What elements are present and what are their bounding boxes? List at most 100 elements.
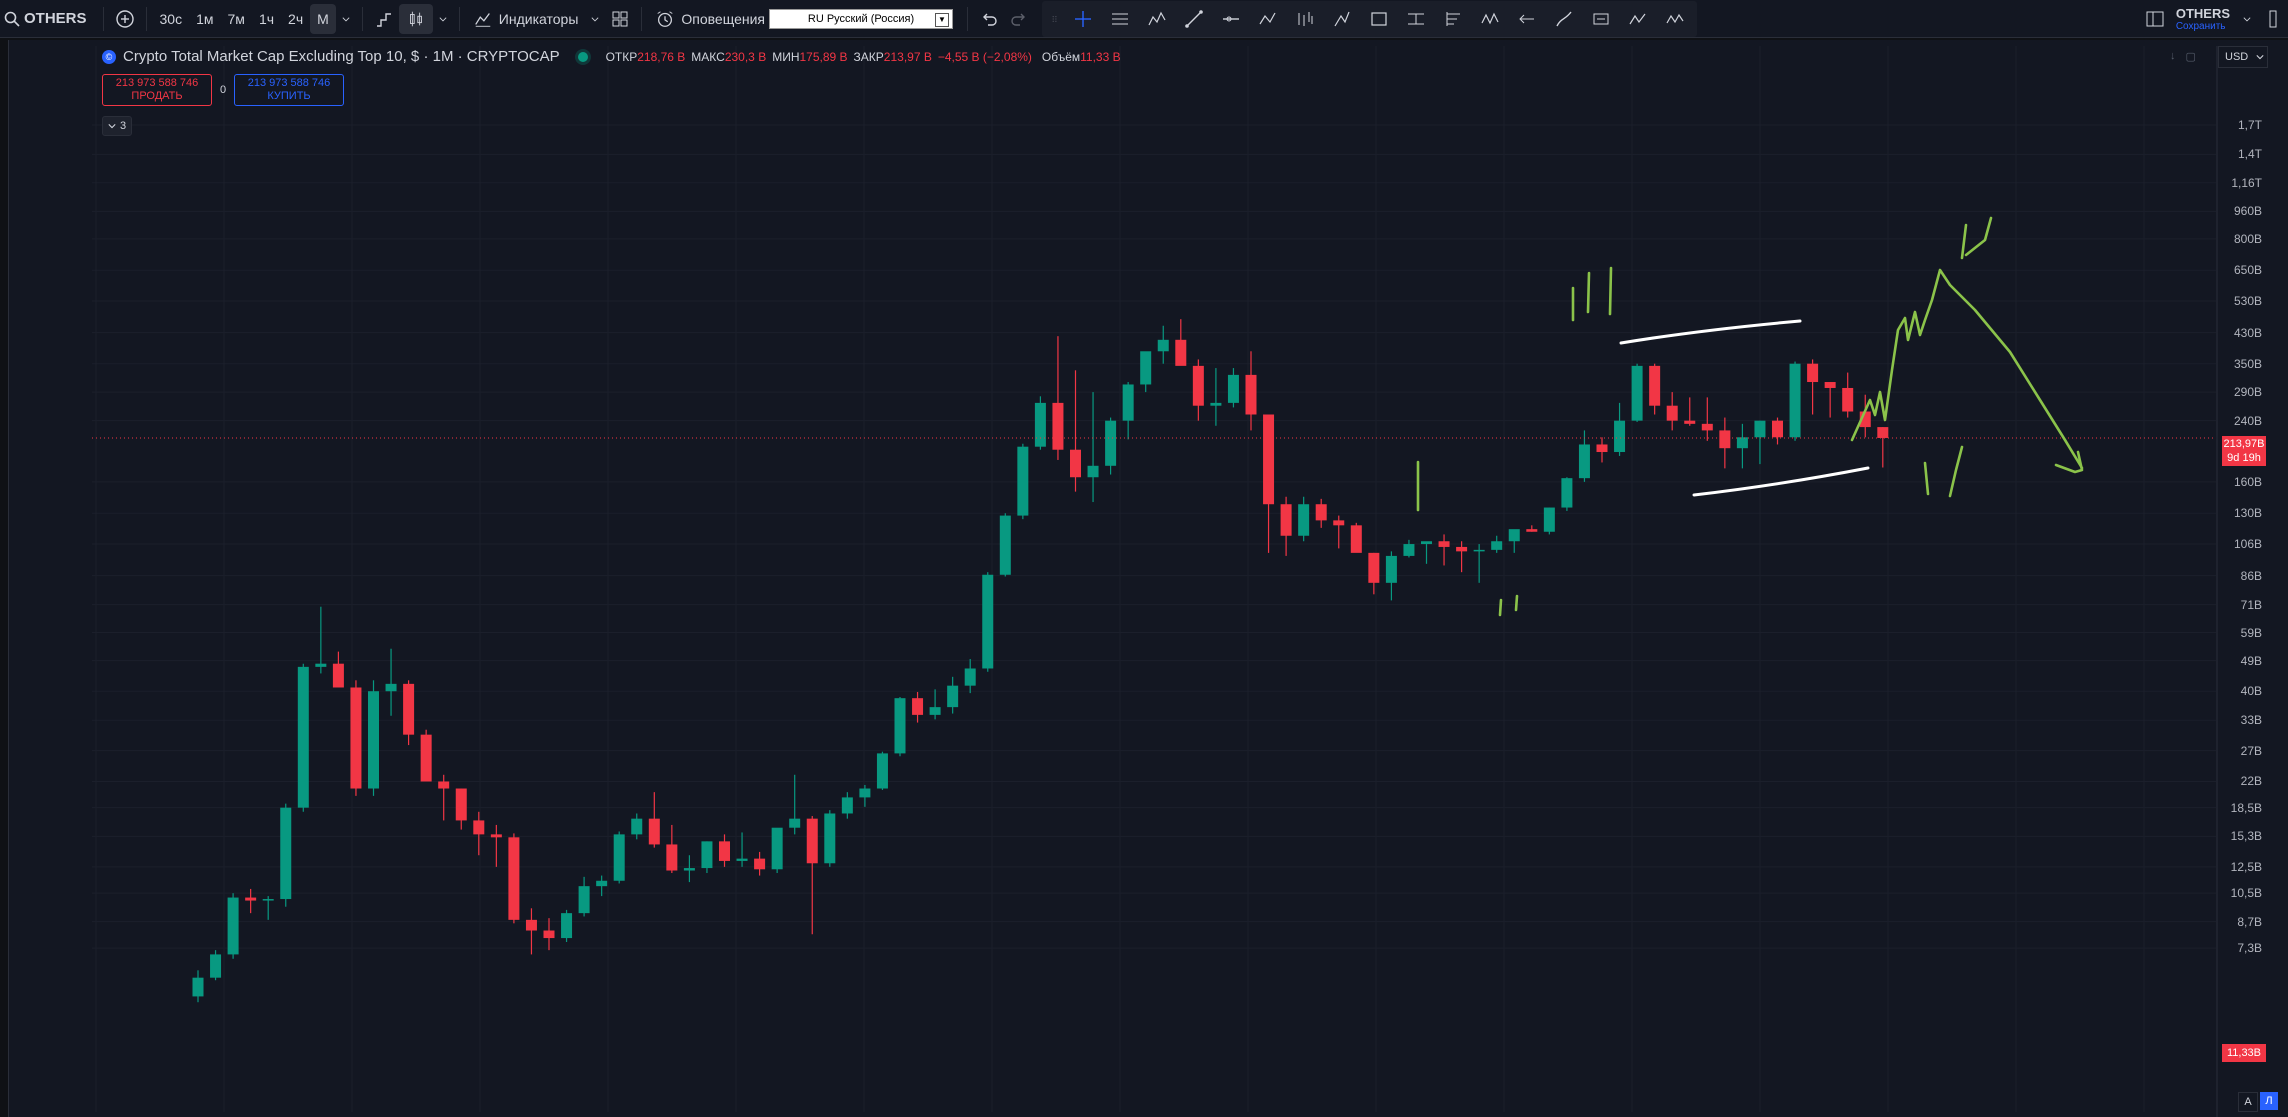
price-tick-label: 71B <box>2240 597 2262 612</box>
bar-countdown: 9d 19h <box>2227 452 2261 464</box>
price-tick-label: 106B <box>2233 537 2262 552</box>
low-value: 175,89 B <box>799 49 848 64</box>
candle-body <box>1719 430 1731 449</box>
candle-body <box>455 788 467 821</box>
candle-body <box>1772 420 1783 438</box>
price-tick-label: 40B <box>2240 684 2262 699</box>
candle-body <box>1842 387 1854 412</box>
candle-body <box>1456 546 1468 552</box>
indicators-collapse-button[interactable]: 3 <box>102 116 133 136</box>
candle-body <box>578 886 590 914</box>
price-tick-label: 10,5B <box>2230 886 2262 901</box>
buy-label: КУПИТЬ <box>267 90 311 102</box>
trade-buttons: 213 973 588 746 ПРОДАТЬ 0 213 973 588 74… <box>102 74 344 106</box>
candle-body <box>1017 446 1029 516</box>
candle-body <box>1263 414 1275 505</box>
candle-body <box>1508 529 1520 542</box>
buy-button[interactable]: 213 973 588 746 КУПИТЬ <box>234 74 344 106</box>
candle-body <box>1385 555 1397 583</box>
price-tick-label: 22B <box>2240 774 2262 789</box>
candle-body <box>350 687 362 789</box>
wave-mark-drawing <box>1416 460 1519 617</box>
candle-body <box>543 930 555 939</box>
candle-body <box>1666 405 1678 421</box>
maximize-icon[interactable]: ▢ <box>2186 50 2196 63</box>
candle-body <box>1280 504 1292 536</box>
sell-price: 213 973 588 746 <box>115 77 199 89</box>
candle-body <box>297 666 309 808</box>
candle-body <box>245 897 257 901</box>
candle-body <box>332 663 344 688</box>
symbol-logo-icon: © <box>102 49 116 64</box>
log-scale-button[interactable]: Л <box>2260 1092 2278 1110</box>
price-tick-label: 650B <box>2233 263 2262 278</box>
candle-body <box>736 858 748 861</box>
candle-body <box>964 668 976 686</box>
candle-body <box>438 781 450 789</box>
currency-label: USD <box>2225 51 2249 63</box>
price-tick-label: 86B <box>2240 568 2262 583</box>
candle-body <box>947 685 959 708</box>
candle-body <box>1877 427 1889 438</box>
buy-price: 213 973 588 746 <box>247 77 331 89</box>
low-label: МИН <box>772 49 800 64</box>
collapse-count: 3 <box>120 120 127 132</box>
candle-body <box>508 837 520 920</box>
candle-body <box>1070 449 1081 478</box>
price-tick-label: 1,16T <box>2231 175 2262 190</box>
candle-body <box>227 897 239 955</box>
candle-body <box>683 868 695 871</box>
candle-body <box>1649 365 1661 406</box>
candle-body <box>1105 420 1117 466</box>
candle-body <box>561 913 573 939</box>
candle-body <box>596 880 608 887</box>
price-tick-label: 960B <box>2233 204 2262 219</box>
price-tick-label: 27B <box>2240 743 2262 758</box>
candle-body <box>929 707 941 715</box>
price-tick-label: 240B <box>2233 413 2262 428</box>
volume-tag: 11,33B <box>2222 1044 2266 1062</box>
price-tick-label: 160B <box>2233 474 2262 489</box>
sell-button[interactable]: 213 973 588 746 ПРОДАТЬ <box>102 74 212 106</box>
candle-body <box>1684 420 1696 424</box>
price-chart[interactable] <box>0 0 2288 1117</box>
candle-body <box>1701 423 1713 431</box>
candle-body <box>824 813 836 864</box>
candle-body <box>1245 374 1257 415</box>
legend-title[interactable]: Crypto Total Market Cap Excluding Top 10… <box>123 48 560 65</box>
price-tick-label: 49B <box>2240 653 2262 668</box>
price-tick-label: 130B <box>2233 506 2262 521</box>
candle-body <box>754 858 766 870</box>
auto-scale-button[interactable]: A <box>2238 1092 2258 1112</box>
price-tick-label: 1,4T <box>2237 147 2262 162</box>
price-tick-label: 33B <box>2240 713 2262 728</box>
candle-body <box>1034 402 1046 447</box>
chart-legend: © Crypto Total Market Cap Excluding Top … <box>102 48 1123 65</box>
wave-mark-drawing <box>1571 266 1613 322</box>
candle-body <box>420 734 432 782</box>
candle-body <box>1754 420 1766 438</box>
candle-body <box>1333 520 1345 526</box>
candle-body <box>368 691 379 789</box>
price-tick-label: 350B <box>2233 356 2262 371</box>
chevron-down-icon <box>2256 55 2264 60</box>
candle-body <box>525 919 537 931</box>
candle-body <box>262 899 274 901</box>
spread-value: 0 <box>219 84 227 96</box>
volume-value: 11,33 B <box>1080 49 1121 64</box>
price-tick-label: 8,7B <box>2237 914 2262 929</box>
dip-mark-drawing <box>1923 445 1964 498</box>
currency-select[interactable]: USD <box>2218 46 2268 68</box>
chevron-down-icon <box>108 124 116 129</box>
candle-body <box>1403 544 1415 556</box>
candle-body <box>894 698 906 754</box>
candle-body <box>1140 351 1152 385</box>
chart-window-controls: ↓ ▢ <box>2170 50 2196 63</box>
candle-body <box>385 683 397 692</box>
candle-body <box>631 818 643 835</box>
candle-body <box>1368 552 1380 583</box>
candle-body <box>403 683 415 735</box>
scroll-down-icon[interactable]: ↓ <box>2170 50 2176 63</box>
open-label: ОТКР <box>605 49 638 64</box>
candle-body <box>315 663 327 667</box>
